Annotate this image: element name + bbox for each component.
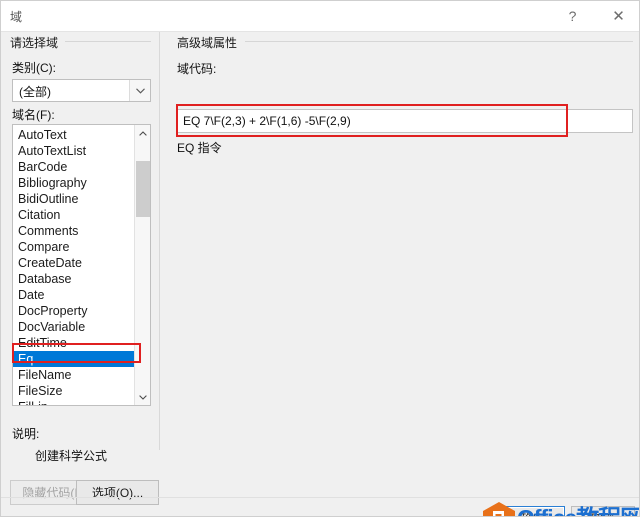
- field-dialog: 域 ? ✕ 请选择域 高级域属性 类别(C): (全部) 域名(F): Auto…: [0, 0, 640, 517]
- fieldcode-hint: EQ 指令: [177, 141, 222, 155]
- fieldname-list-items: AutoText AutoTextList BarCode Bibliography B…: [13, 125, 135, 405]
- fieldcode-label: 域代码:: [177, 62, 217, 76]
- list-item[interactable]: DocProperty: [13, 303, 135, 319]
- description-label: 说明:: [12, 427, 40, 441]
- help-icon[interactable]: ?: [550, 1, 595, 31]
- description-text: 创建科学公式: [35, 449, 108, 463]
- fieldcode-input[interactable]: EQ 7\F(2,3) + 2\F(1,6) -5\F(2,9): [177, 109, 633, 133]
- list-item[interactable]: Eq: [13, 351, 135, 367]
- list-item[interactable]: BarCode: [13, 159, 135, 175]
- list-scrollbar[interactable]: [134, 125, 150, 405]
- list-item[interactable]: Date: [13, 287, 135, 303]
- list-item[interactable]: Citation: [13, 207, 135, 223]
- ok-button[interactable]: 确定: [501, 506, 565, 516]
- bottom-separator: [1, 497, 639, 498]
- close-icon[interactable]: ✕: [596, 1, 639, 31]
- right-group-title: 高级域属性: [177, 34, 244, 51]
- cancel-button[interactable]: 取消: [571, 506, 635, 516]
- chevron-down-icon[interactable]: [129, 80, 150, 101]
- category-value: (全部): [19, 85, 51, 99]
- list-item[interactable]: FileSize: [13, 383, 135, 399]
- fieldname-listbox[interactable]: AutoText AutoTextList BarCode Bibliography B…: [12, 124, 151, 406]
- left-group-rule: [65, 41, 151, 42]
- scroll-up-icon[interactable]: [135, 125, 150, 141]
- options-button[interactable]: 选项(O)...: [76, 480, 159, 505]
- fieldcode-value: EQ 7\F(2,3) + 2\F(1,6) -5\F(2,9): [183, 114, 351, 128]
- fieldname-label: 域名(F):: [12, 108, 55, 122]
- title-bar: 域 ? ✕: [1, 1, 639, 32]
- list-item[interactable]: FileName: [13, 367, 135, 383]
- list-item[interactable]: EditTime: [13, 335, 135, 351]
- scrollbar-thumb[interactable]: [136, 161, 150, 217]
- list-item[interactable]: CreateDate: [13, 255, 135, 271]
- category-dropdown[interactable]: (全部): [12, 79, 151, 102]
- scroll-down-icon[interactable]: [135, 389, 150, 405]
- window-title: 域: [10, 10, 23, 24]
- dialog-body: 请选择域 高级域属性 类别(C): (全部) 域名(F): AutoText Au…: [1, 32, 639, 516]
- list-item[interactable]: Compare: [13, 239, 135, 255]
- list-item[interactable]: Comments: [13, 223, 135, 239]
- list-item[interactable]: Database: [13, 271, 135, 287]
- panel-divider: [159, 32, 160, 450]
- list-item[interactable]: DocVariable: [13, 319, 135, 335]
- category-label: 类别(C):: [12, 61, 56, 75]
- list-item[interactable]: Fill-in: [13, 399, 135, 405]
- left-group-title: 请选择域: [10, 34, 65, 51]
- list-item[interactable]: AutoText: [13, 127, 135, 143]
- list-item[interactable]: AutoTextList: [13, 143, 135, 159]
- list-item[interactable]: BidiOutline: [13, 191, 135, 207]
- list-item[interactable]: Bibliography: [13, 175, 135, 191]
- right-group-rule: [245, 41, 633, 42]
